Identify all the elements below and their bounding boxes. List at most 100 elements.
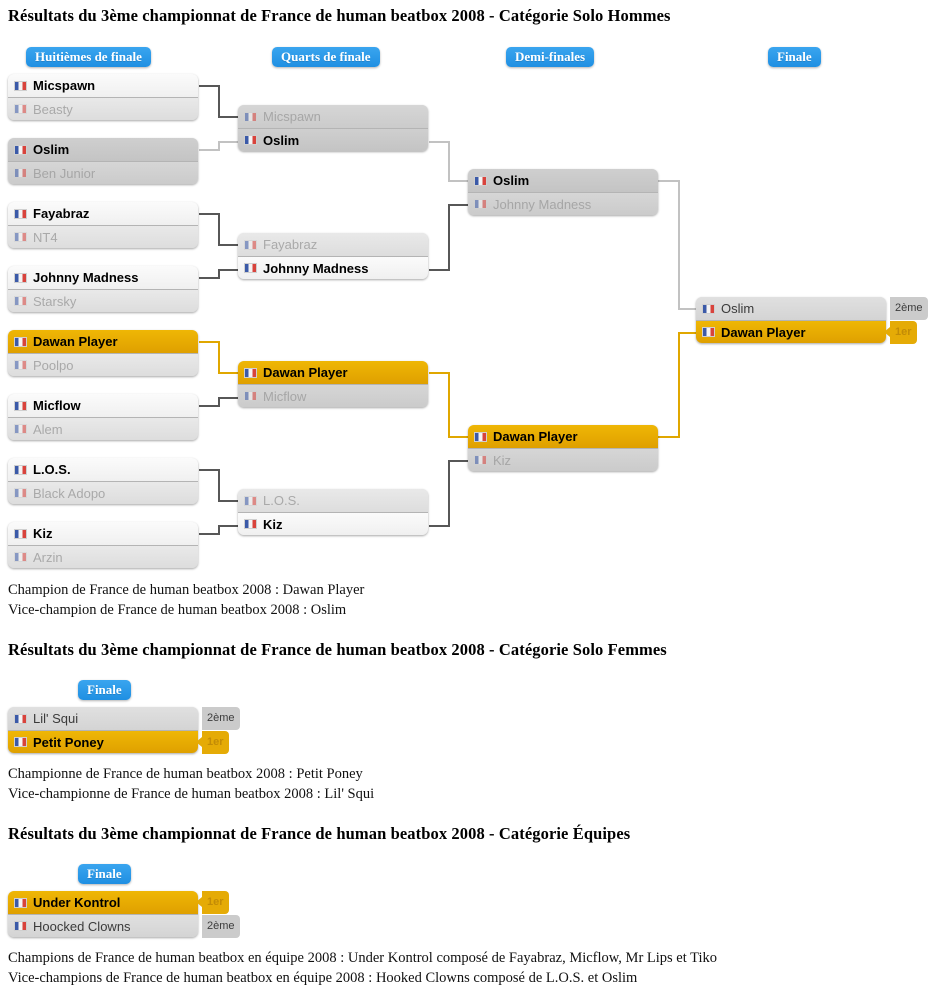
competitor-name: Oslim bbox=[263, 132, 300, 148]
placement-badge-first: 1er bbox=[196, 891, 229, 914]
match-final-equipes[interactable]: Under Kontrol Hoocked Clowns bbox=[8, 891, 198, 937]
match-slot-winner[interactable]: Micflow bbox=[8, 394, 198, 417]
match-slot-loser[interactable]: Arzin bbox=[8, 545, 198, 568]
competitor-name: Oslim bbox=[721, 301, 755, 316]
france-flag-icon bbox=[244, 263, 257, 273]
match-qf-1[interactable]: Micspawn Oslim bbox=[238, 105, 428, 151]
match-slot-loser[interactable]: L.O.S. bbox=[238, 489, 428, 512]
match-qf-4[interactable]: L.O.S. Kiz bbox=[238, 489, 428, 535]
match-slot-winner[interactable]: Oslim bbox=[8, 138, 198, 161]
match-slot-loser[interactable]: Black Adopo bbox=[8, 481, 198, 504]
match-slot-runner-up[interactable]: Hoocked Clowns bbox=[8, 914, 198, 937]
france-flag-icon bbox=[14, 400, 27, 411]
match-slot-champion[interactable]: Petit Poney bbox=[8, 730, 198, 753]
connector-r16-2 bbox=[199, 149, 220, 151]
match-slot-winner[interactable]: Oslim bbox=[468, 169, 658, 192]
connector-r16-5-in bbox=[218, 372, 238, 374]
competitor-name: Fayabraz bbox=[33, 206, 90, 221]
competitor-name: Black Adopo bbox=[33, 485, 106, 501]
match-slot-winner[interactable]: Dawan Player bbox=[238, 361, 428, 384]
match-slot-winner[interactable]: Oslim bbox=[238, 128, 428, 151]
france-flag-icon bbox=[14, 552, 27, 562]
france-flag-icon bbox=[14, 464, 27, 475]
competitor-name: Oslim bbox=[493, 173, 530, 188]
competitor-name: Kiz bbox=[263, 516, 283, 532]
connector-r16-1-v bbox=[218, 85, 220, 118]
match-slot-loser[interactable]: Starsky bbox=[8, 289, 198, 312]
placement-badge-second: 2ème bbox=[202, 915, 240, 938]
france-flag-icon bbox=[244, 495, 257, 506]
competitor-name: Poolpo bbox=[33, 357, 74, 373]
connector-qf-3-in bbox=[448, 436, 470, 438]
match-slot-winner[interactable]: Dawan Player bbox=[8, 330, 198, 353]
france-flag-icon bbox=[14, 80, 27, 91]
match-r16-1[interactable]: Micspawn Beasty bbox=[8, 74, 198, 120]
caption-champion-hommes: Champion de France de human beatbox 2008… bbox=[8, 582, 365, 598]
badge-notch-icon bbox=[196, 737, 202, 747]
connector-r16-8 bbox=[199, 533, 220, 535]
competitor-name: Micspawn bbox=[33, 78, 96, 93]
france-flag-icon bbox=[244, 367, 257, 378]
match-qf-2[interactable]: Fayabraz Johnny Madness bbox=[238, 233, 428, 279]
match-sf-1[interactable]: Oslim Johnny Madness bbox=[468, 169, 658, 215]
match-slot-runner-up[interactable]: Oslim bbox=[696, 297, 886, 320]
connector-sf-1-v bbox=[678, 180, 680, 308]
match-slot-loser[interactable]: Fayabraz bbox=[238, 233, 428, 256]
france-flag-icon bbox=[702, 303, 715, 314]
competitor-name: Dawan Player bbox=[33, 334, 118, 349]
match-slot-winner[interactable]: Dawan Player bbox=[468, 425, 658, 448]
match-r16-3[interactable]: Fayabraz NT4 bbox=[8, 202, 198, 248]
competitor-name: Micflow bbox=[263, 388, 307, 404]
match-slot-loser[interactable]: Micspawn bbox=[238, 105, 428, 128]
round-label-finale: Finale bbox=[768, 47, 821, 67]
connector-r16-5-v bbox=[218, 341, 220, 374]
match-qf-3[interactable]: Dawan Player Micflow bbox=[238, 361, 428, 407]
match-sf-2[interactable]: Dawan Player Kiz bbox=[468, 425, 658, 471]
connector-sf-1 bbox=[658, 180, 680, 182]
match-r16-5[interactable]: Dawan Player Poolpo bbox=[8, 330, 198, 376]
france-flag-icon bbox=[14, 208, 27, 219]
round-label-finale-femmes: Finale bbox=[78, 680, 131, 700]
france-flag-icon bbox=[14, 488, 27, 498]
match-r16-6[interactable]: Micflow Alem bbox=[8, 394, 198, 440]
round-label-demi: Demi-finales bbox=[506, 47, 595, 67]
match-slot-runner-up[interactable]: Lil' Squi bbox=[8, 707, 198, 730]
competitor-name: Dawan Player bbox=[263, 365, 348, 380]
match-slot-loser[interactable]: Kiz bbox=[468, 448, 658, 471]
round-label-quarts: Quarts de finale bbox=[272, 47, 380, 67]
placement-badge-first: 1er bbox=[196, 731, 229, 754]
match-r16-7[interactable]: L.O.S. Black Adopo bbox=[8, 458, 198, 504]
match-slot-winner[interactable]: Johnny Madness bbox=[238, 256, 428, 279]
connector-qf-4-v bbox=[448, 460, 450, 527]
match-slot-loser[interactable]: Poolpo bbox=[8, 353, 198, 376]
match-slot-winner[interactable]: Fayabraz bbox=[8, 202, 198, 225]
france-flag-icon bbox=[474, 455, 487, 465]
match-final-hommes[interactable]: Oslim Dawan Player bbox=[696, 297, 886, 343]
france-flag-icon bbox=[14, 360, 27, 370]
match-slot-winner[interactable]: Kiz bbox=[8, 522, 198, 545]
match-final-femmes[interactable]: Lil' Squi Petit Poney bbox=[8, 707, 198, 753]
match-slot-champion[interactable]: Dawan Player bbox=[696, 320, 886, 343]
match-r16-8[interactable]: Kiz Arzin bbox=[8, 522, 198, 568]
connector-qf-3 bbox=[429, 372, 450, 374]
match-slot-loser[interactable]: Beasty bbox=[8, 97, 198, 120]
match-slot-loser[interactable]: Micflow bbox=[238, 384, 428, 407]
match-slot-winner[interactable]: Johnny Madness bbox=[8, 266, 198, 289]
round-label-huitiemes: Huitièmes de finale bbox=[26, 47, 151, 67]
competitor-name: Under Kontrol bbox=[33, 895, 121, 910]
match-slot-champion[interactable]: Under Kontrol bbox=[8, 891, 198, 914]
match-slot-winner[interactable]: L.O.S. bbox=[8, 458, 198, 481]
connector-r16-1 bbox=[199, 85, 220, 87]
match-slot-loser[interactable]: Alem bbox=[8, 417, 198, 440]
match-r16-4[interactable]: Johnny Madness Starsky bbox=[8, 266, 198, 312]
match-slot-winner[interactable]: Micspawn bbox=[8, 74, 198, 97]
caption-championne-femmes: Championne de France de human beatbox 20… bbox=[8, 766, 363, 782]
match-slot-loser[interactable]: Johnny Madness bbox=[468, 192, 658, 215]
competitor-name: Hoocked Clowns bbox=[33, 918, 131, 934]
match-slot-loser[interactable]: NT4 bbox=[8, 225, 198, 248]
match-slot-winner[interactable]: Kiz bbox=[238, 512, 428, 535]
match-slot-loser[interactable]: Ben Junior bbox=[8, 161, 198, 184]
connector-qf-1 bbox=[429, 141, 450, 143]
match-r16-2[interactable]: Oslim Ben Junior bbox=[8, 138, 198, 184]
connector-r16-2-in bbox=[218, 141, 238, 143]
